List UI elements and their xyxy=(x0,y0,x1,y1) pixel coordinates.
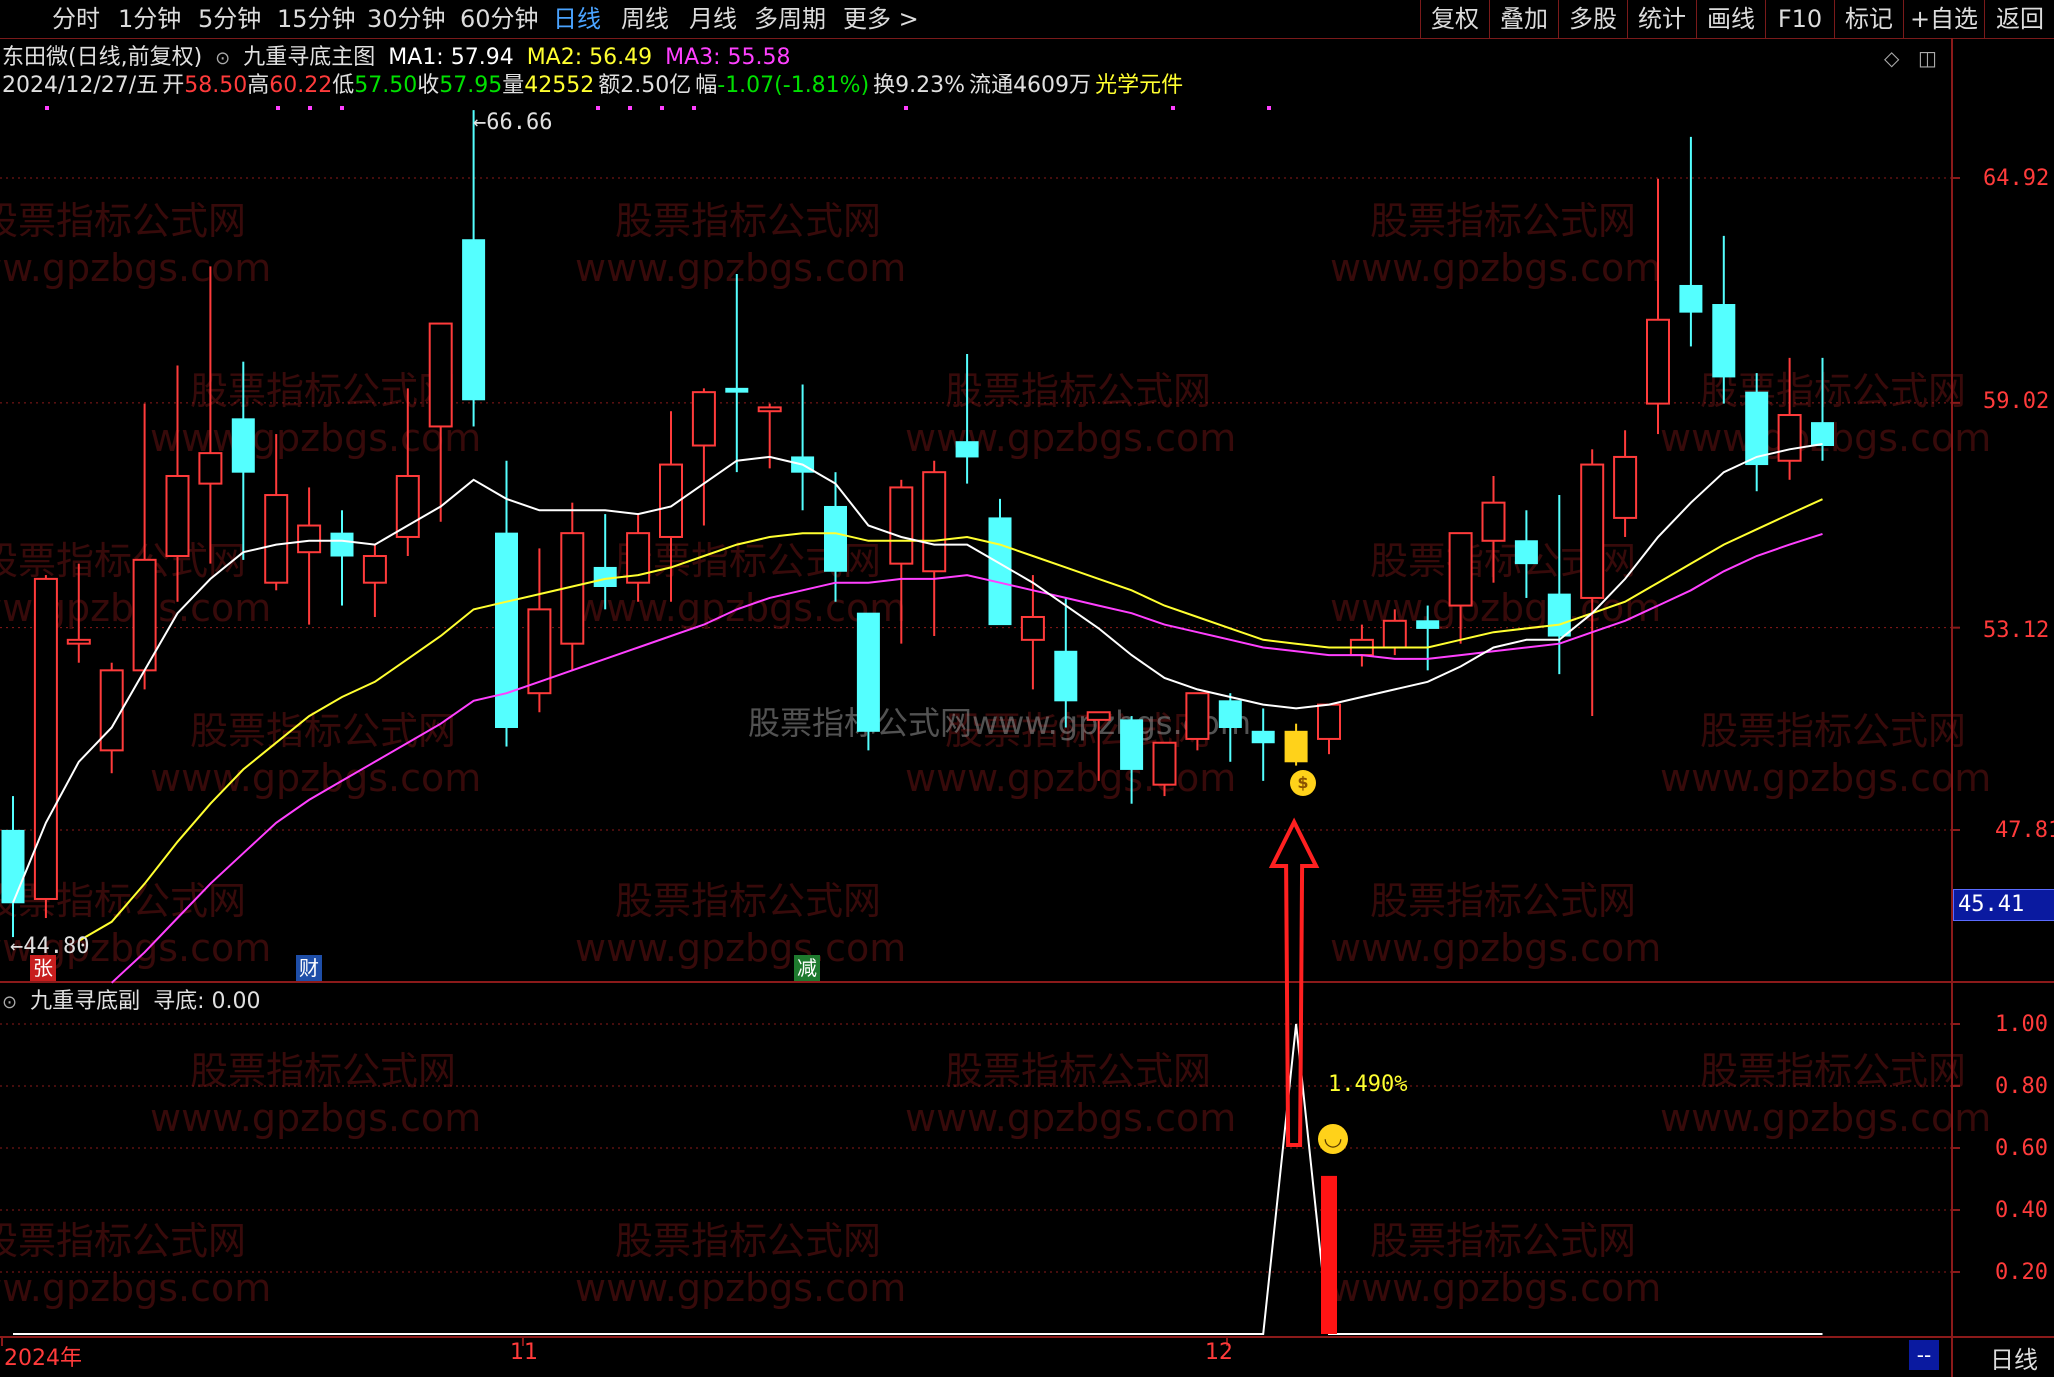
candle-down xyxy=(1811,422,1834,447)
candle-down xyxy=(231,418,255,473)
candle-down xyxy=(1514,540,1538,565)
candle-up xyxy=(1382,619,1407,649)
candle-down xyxy=(1547,593,1571,637)
sub-chart-header: ⊙ 九重寻底副 寻底: 0.00 xyxy=(2,988,267,1016)
money-bag-icon: $ xyxy=(1290,770,1316,796)
date-axis-label: 2024年 xyxy=(4,1346,82,1371)
candle-down xyxy=(988,517,1012,626)
event-tag-rise[interactable]: 张 xyxy=(30,955,56,981)
marker-dot xyxy=(308,106,312,110)
candle-down xyxy=(1120,719,1144,770)
candle-down xyxy=(330,532,354,557)
marker-dot xyxy=(1267,106,1271,110)
candle-up xyxy=(33,577,58,900)
candle-up xyxy=(691,391,716,447)
date-axis-label: 11 xyxy=(510,1340,538,1365)
sub-axis-label: 0.40 xyxy=(1995,1198,2048,1223)
candle-up xyxy=(1185,692,1210,740)
candle-up xyxy=(1086,711,1111,721)
candle-up xyxy=(428,322,453,428)
marker-dot xyxy=(628,106,632,110)
candle-up xyxy=(1613,455,1638,519)
candle-down xyxy=(593,566,617,588)
candle-up xyxy=(297,524,322,554)
candle-up xyxy=(1448,532,1473,607)
candle-down xyxy=(1251,730,1275,744)
xundi-line xyxy=(13,1023,1823,1335)
high-marker-arrow-icon: ← xyxy=(473,110,487,135)
candle-down xyxy=(856,612,880,732)
candle-up xyxy=(165,474,190,558)
sub-axis-label: 1.00 xyxy=(1995,1012,2048,1037)
candle-down xyxy=(462,239,486,401)
marker-dot xyxy=(660,106,664,110)
current-price-tag: 45.41 xyxy=(1953,889,2054,921)
candle-down xyxy=(1712,304,1736,378)
signal-candle xyxy=(1284,730,1308,763)
event-tag-finance[interactable]: 财 xyxy=(296,955,322,981)
candle-up xyxy=(264,494,289,584)
candle-up xyxy=(99,669,124,752)
sub-axis-label: 0.20 xyxy=(1995,1260,2048,1285)
candle-up xyxy=(757,406,782,413)
candle-down xyxy=(1679,284,1703,313)
price-axis-label: 53.12 xyxy=(1983,618,2050,643)
high-marker-value: 66.66 xyxy=(486,110,553,135)
candle-up xyxy=(1152,741,1177,786)
candle-down xyxy=(1,829,25,904)
candle-up xyxy=(1580,463,1605,599)
candle-down xyxy=(725,387,749,393)
candle-up xyxy=(198,452,223,485)
signal-bar xyxy=(1321,1175,1337,1334)
candle-down xyxy=(1054,650,1078,702)
candle-down xyxy=(824,505,847,572)
period-indicator[interactable]: 日线 xyxy=(1990,1340,2038,1375)
smiley-icon: ◡ xyxy=(1318,1124,1348,1154)
candle-up xyxy=(66,638,91,645)
price-axis-label: 64.92 xyxy=(1983,166,2050,191)
marker-dot xyxy=(1171,106,1175,110)
ma2-line xyxy=(78,498,1823,942)
signal-percent-label: 1.490% xyxy=(1328,1072,1408,1097)
candle-up xyxy=(132,558,157,672)
candle-up xyxy=(1020,615,1045,641)
candle-up xyxy=(527,608,552,695)
marker-dot xyxy=(692,106,696,110)
high-marker: ←66.66 xyxy=(473,110,552,135)
signal-arrow xyxy=(1268,817,1320,1147)
candle-up xyxy=(922,471,947,573)
sub-axis-label: 0.60 xyxy=(1995,1136,2048,1161)
low-marker-arrow-icon: ← xyxy=(10,934,24,959)
sub-indicator-menu-icon[interactable]: ⊙ xyxy=(2,992,17,1013)
candle-up xyxy=(1317,703,1341,740)
marker-dot xyxy=(596,106,600,110)
candle-up xyxy=(362,555,387,584)
candle-down xyxy=(1416,620,1440,629)
candle-up xyxy=(1777,414,1802,462)
price-axis-label: 47.81 xyxy=(1995,818,2054,843)
sub-axis-label: 0.80 xyxy=(1995,1074,2048,1099)
marker-dot xyxy=(904,106,908,110)
sub-indicator-value: 寻底: 0.00 xyxy=(153,989,261,1014)
marker-dot xyxy=(276,106,280,110)
marker-dot xyxy=(45,106,49,110)
candle-up xyxy=(1481,501,1506,542)
date-axis-label: 12 xyxy=(1205,1340,1233,1365)
sub-indicator-name[interactable]: 九重寻底副 xyxy=(30,989,140,1014)
candle-up xyxy=(1646,318,1670,405)
scroll-toggle[interactable]: -- xyxy=(1909,1340,1939,1370)
price-chart[interactable] xyxy=(0,0,2054,1377)
candle-down xyxy=(495,532,518,728)
candle-up xyxy=(395,474,420,538)
candle-up xyxy=(889,486,914,565)
candle-down xyxy=(955,441,979,458)
price-axis-label: 59.02 xyxy=(1983,389,2050,414)
marker-dot xyxy=(340,106,344,110)
event-tag-reduce[interactable]: 减 xyxy=(794,955,820,981)
candle-down xyxy=(1218,700,1242,728)
app-window: 分时 1分钟 5分钟 15分钟 30分钟 60分钟 日线 周线 月线 多周期 更… xyxy=(0,0,2054,1377)
candle-down xyxy=(1745,391,1769,466)
